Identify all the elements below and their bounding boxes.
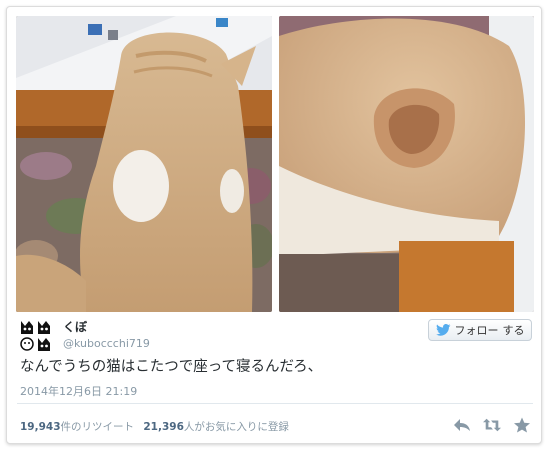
follow-button-label: フォロー bbox=[454, 324, 499, 337]
tweet-stats: 19,943件のリツイート 21,396人がお気に入りに登録 bbox=[20, 419, 295, 434]
retweets-count: 19,943 bbox=[20, 421, 61, 433]
favorites-label: 人がお気に入りに登録 bbox=[183, 421, 289, 433]
divider bbox=[17, 403, 533, 404]
tweet-photo-2[interactable] bbox=[279, 16, 534, 312]
favorite-stat[interactable]: 21,396人がお気に入りに登録 bbox=[143, 421, 289, 433]
tweet-timestamp[interactable]: 2014年12月6日 21:19 bbox=[20, 383, 137, 399]
retweet-stat[interactable]: 19,943件のリツイート bbox=[20, 421, 134, 433]
tweet-text: なんでうちの猫はこたつで座って寝るんだろ、 bbox=[20, 359, 323, 375]
retweet-icon[interactable] bbox=[483, 417, 501, 433]
follow-button[interactable]: フォロー する bbox=[428, 319, 532, 341]
tweet-photo-1[interactable] bbox=[16, 16, 272, 312]
twitter-bird-icon bbox=[435, 324, 450, 336]
tweet-actions bbox=[453, 417, 531, 433]
star-icon[interactable] bbox=[513, 417, 531, 433]
cat-sitting-photo bbox=[16, 16, 272, 312]
author-display-name[interactable]: くぼ bbox=[63, 318, 87, 335]
favorites-count: 21,396 bbox=[143, 421, 184, 433]
author-screen-name[interactable]: @kuboccchi719 bbox=[63, 337, 150, 350]
follow-button-label-suffix: する bbox=[502, 324, 525, 337]
cat-closeup-photo bbox=[279, 16, 534, 312]
reply-icon[interactable] bbox=[453, 417, 471, 433]
tweet-card: くぼ @kuboccchi719 フォロー する なんでうちの猫はこたつで座って寝… bbox=[6, 6, 542, 444]
cat-faces-avatar-icon bbox=[19, 319, 53, 353]
author-avatar[interactable] bbox=[19, 319, 53, 353]
retweets-label: 件のリツイート bbox=[60, 421, 135, 433]
